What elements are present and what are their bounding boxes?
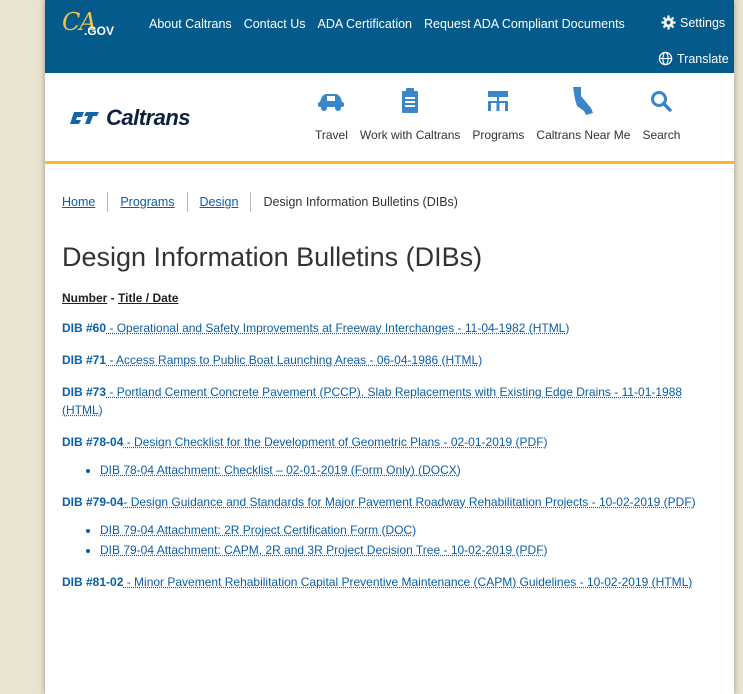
dib-number-link[interactable]: DIB #71 [62, 353, 106, 367]
top-links: About Caltrans Contact Us ADA Certificat… [149, 17, 625, 31]
dib-entry[interactable]: DIB #81-02 - Minor Pavement Rehabilitati… [62, 573, 712, 591]
dib-number-link[interactable]: DIB #78-04 [62, 435, 123, 449]
attachment-list: DIB 78-04 Attachment: Checklist – 02-01-… [62, 461, 734, 479]
attachment-item: DIB 79-04 Attachment: CAPM, 2R and 3R Pr… [100, 541, 734, 559]
title-date-column-label: Title / Date [118, 291, 179, 305]
nav-caltrans-near-me-label: Caltrans Near Me [536, 128, 631, 142]
caltrans-logo[interactable]: Caltrans [70, 105, 191, 131]
dib-title-link[interactable]: - Design Guidance and Standards for Majo… [123, 495, 695, 509]
ada-certification-link[interactable]: ADA Certification [318, 17, 412, 31]
ca-gov-topbar: CA .GOV About Caltrans Contact Us ADA Ce… [45, 0, 734, 73]
site-header: Caltrans Travel Work with Caltrans Progr… [45, 73, 734, 164]
gear-icon [661, 15, 676, 30]
breadcrumb: Home Programs Design Design Information … [62, 192, 734, 212]
nav-travel-label: Travel [315, 128, 348, 142]
dib-title-link[interactable]: - Design Checklist for the Development o… [123, 435, 548, 449]
car-icon [318, 94, 345, 111]
nav-programs[interactable]: Programs [472, 83, 524, 142]
document-icon [402, 88, 419, 113]
dib-entry[interactable]: DIB #71 - Access Ramps to Public Boat La… [62, 351, 712, 369]
column-separator: - [107, 291, 119, 305]
nav-travel[interactable]: Travel [315, 83, 348, 142]
attachment-item: DIB 78-04 Attachment: Checklist – 02-01-… [100, 461, 734, 479]
attachment-link[interactable]: DIB 79-04 Attachment: CAPM, 2R and 3R Pr… [100, 543, 548, 557]
attachment-link[interactable]: DIB 78-04 Attachment: Checklist – 02-01-… [100, 463, 461, 477]
breadcrumb-design[interactable]: Design [200, 195, 239, 209]
dib-title-link[interactable]: - Access Ramps to Public Boat Launching … [106, 353, 482, 367]
nav-work-with-caltrans[interactable]: Work with Caltrans [360, 83, 460, 142]
main-nav: Travel Work with Caltrans Programs Caltr… [315, 83, 692, 142]
california-map-icon [573, 87, 594, 115]
settings-label: Settings [680, 15, 726, 30]
dib-title-link[interactable]: - Portland Cement Concrete Pavement (PCC… [62, 385, 682, 417]
page-title: Design Information Bulletins (DIBs) [62, 242, 483, 272]
gov-logo-text: .GOV [84, 24, 115, 38]
dib-title-link[interactable]: - Operational and Safety Improvements at… [106, 321, 569, 335]
dib-number-link[interactable]: DIB #79-04 [62, 495, 123, 509]
dib-title-link[interactable]: - Minor Pavement Rehabilitation Capital … [123, 575, 693, 589]
breadcrumb-programs[interactable]: Programs [120, 195, 174, 209]
nav-search-label: Search [642, 128, 681, 142]
nav-search[interactable]: Search [642, 83, 680, 142]
attachment-item: DIB 79-04 Attachment: 2R Project Certifi… [100, 521, 734, 539]
dib-entry[interactable]: DIB #78-04 - Design Checklist for the De… [62, 433, 712, 451]
nav-caltrans-near-me[interactable]: Caltrans Near Me [536, 83, 630, 142]
dib-number-link[interactable]: DIB #73 [62, 385, 106, 399]
dib-entry[interactable]: DIB #60 - Operational and Safety Improve… [62, 319, 712, 337]
browser-page: CA .GOV About Caltrans Contact Us ADA Ce… [45, 0, 734, 694]
translate-label: Translate [677, 51, 729, 66]
dib-entry[interactable]: DIB #79-04- Design Guidance and Standard… [62, 493, 712, 511]
contact-us-link[interactable]: Contact Us [244, 17, 306, 31]
nav-programs-label: Programs [472, 128, 525, 142]
dib-entry[interactable]: DIB #73 - Portland Cement Concrete Pavem… [62, 383, 712, 419]
settings-button[interactable]: Settings [661, 15, 725, 30]
attachment-list: DIB 79-04 Attachment: 2R Project Certifi… [62, 521, 734, 559]
search-icon [651, 91, 673, 112]
request-ada-documents-link[interactable]: Request ADA Compliant Documents [424, 17, 625, 31]
caltrans-mark-icon [70, 112, 99, 124]
breadcrumb-home[interactable]: Home [62, 195, 95, 209]
ca-gov-logo[interactable]: CA .GOV [62, 8, 115, 40]
column-header: Number - Title / Date [62, 291, 734, 305]
dib-number-link[interactable]: DIB #60 [62, 321, 106, 335]
nav-work-with-caltrans-label: Work with Caltrans [359, 128, 461, 142]
sitemap-icon [488, 91, 509, 111]
translate-button[interactable]: Translate [658, 51, 729, 66]
main-content: Home Programs Design Design Information … [45, 192, 734, 591]
attachment-link[interactable]: DIB 79-04 Attachment: 2R Project Certifi… [100, 523, 416, 537]
about-caltrans-link[interactable]: About Caltrans [149, 17, 232, 31]
breadcrumb-current: Design Information Bulletins (DIBs) [263, 195, 458, 209]
dib-number-link[interactable]: DIB #81-02 [62, 575, 123, 589]
globe-icon [658, 51, 673, 66]
number-column-label: Number [62, 291, 108, 305]
dib-list: DIB #60 - Operational and Safety Improve… [62, 319, 734, 591]
caltrans-wordmark: Caltrans [106, 105, 191, 130]
